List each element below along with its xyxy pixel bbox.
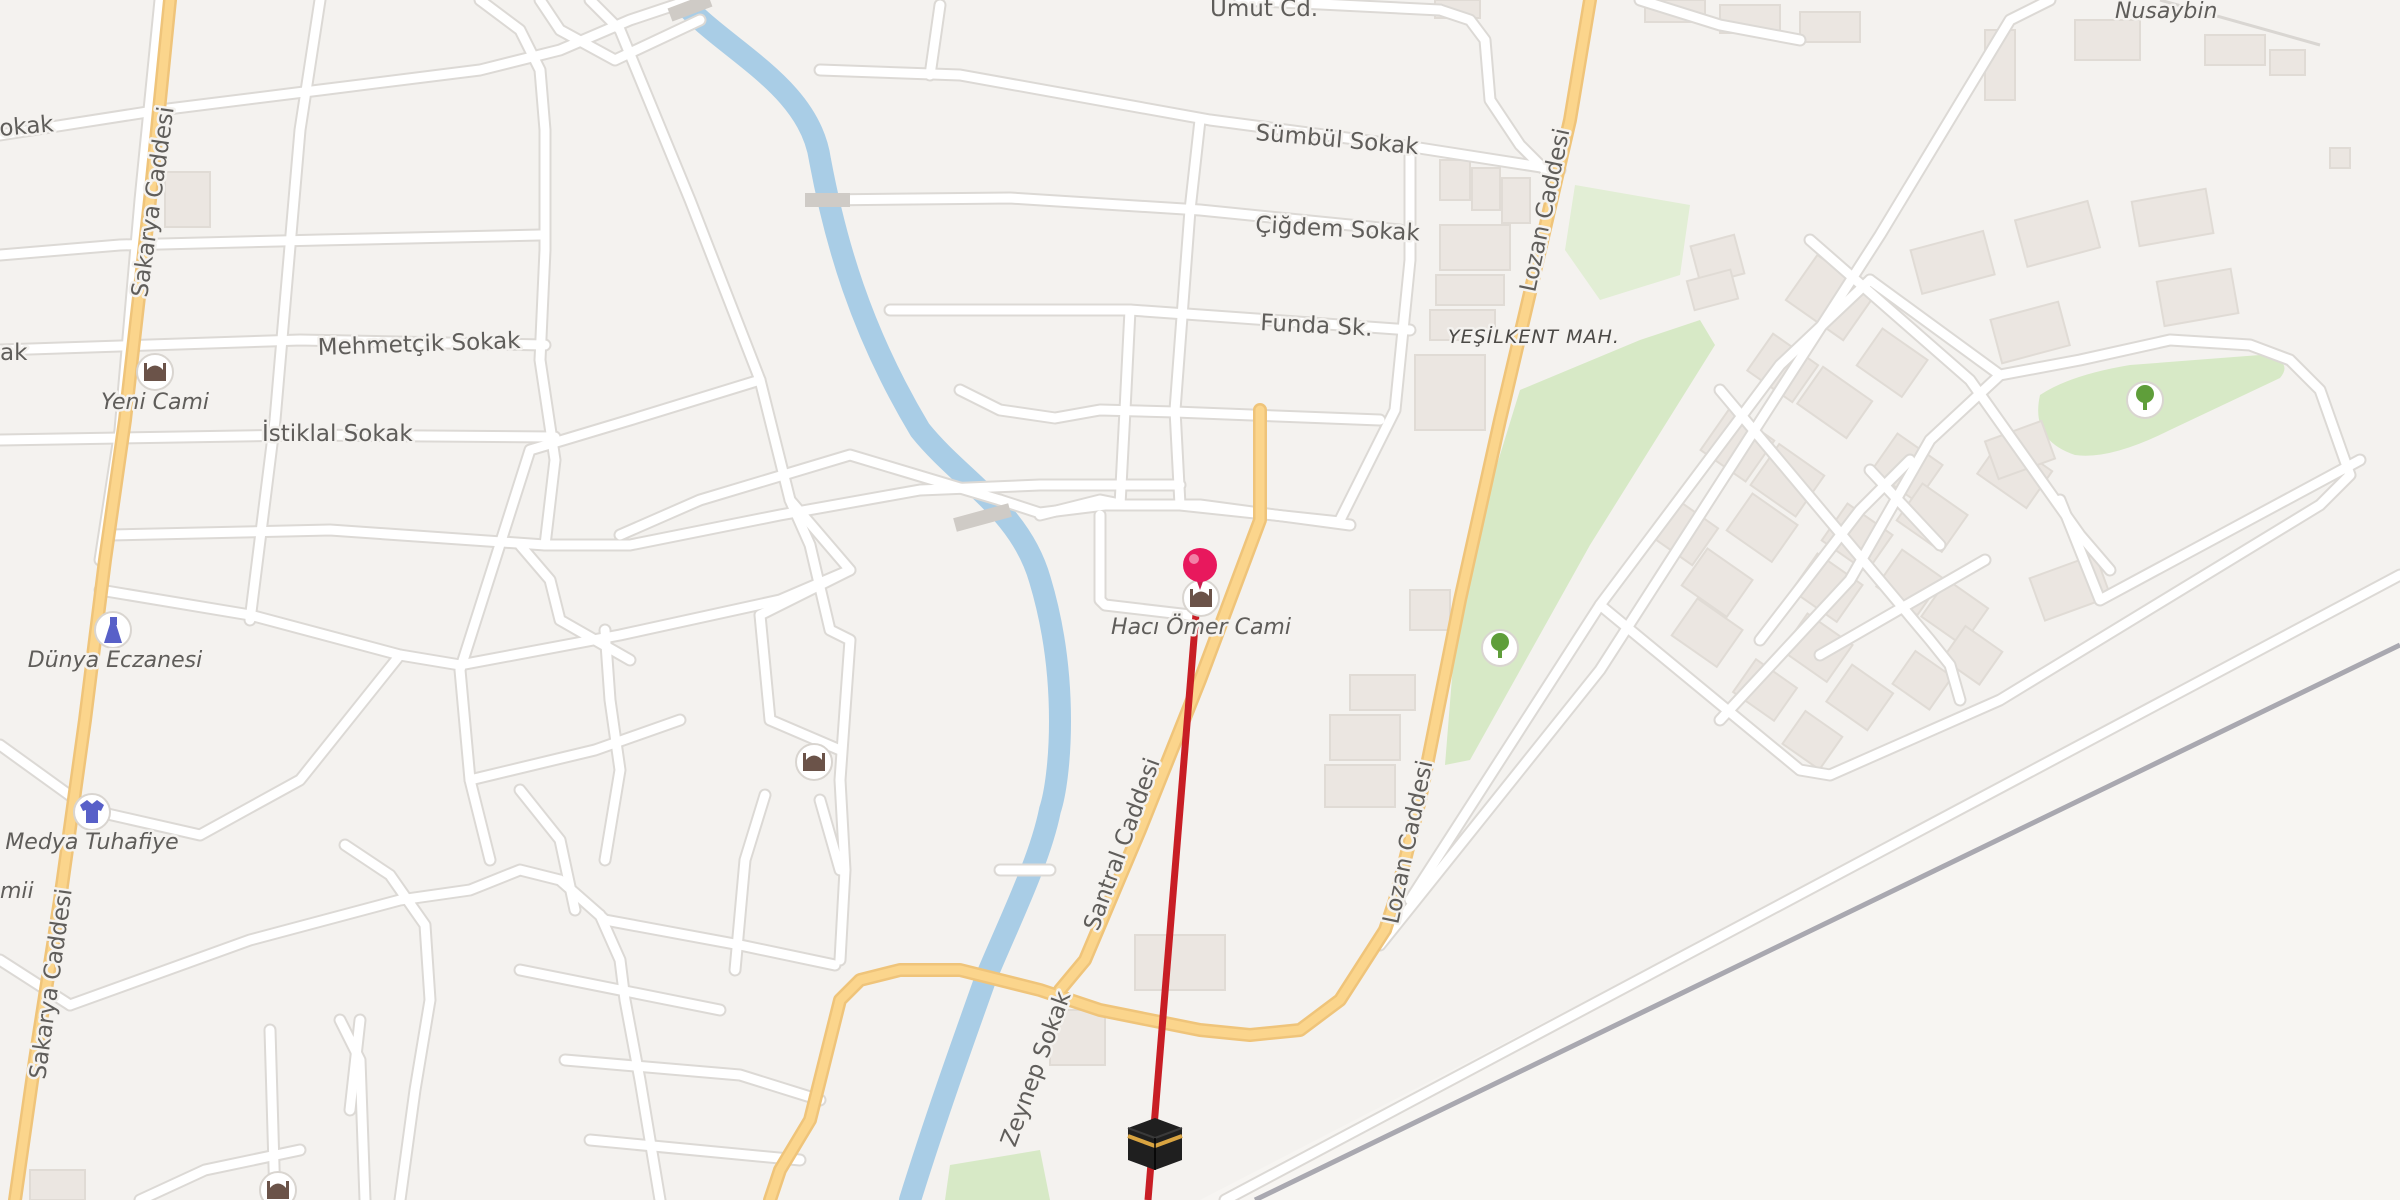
kaaba-marker[interactable] [1127,1118,1183,1170]
mosque-icon [259,1171,297,1200]
poi-mosque-center[interactable] [795,743,833,781]
tree-icon [1481,629,1519,667]
street-label-umut: Umut Cd. [1210,0,1318,22]
poi-park-center[interactable] [1481,629,1519,667]
poi-park-east[interactable] [2126,381,2164,419]
kaaba-icon [1127,1118,1183,1170]
clothing-icon [73,793,111,831]
map-svg[interactable]: Umut Cd. Nusaybin okak Sümbül Sokak Çiğd… [0,0,2400,1200]
area-label-yesilkent: YEŞİLKENT MAH. [1448,325,1620,348]
poi-mosque-bottom[interactable] [259,1171,297,1200]
pharmacy-icon [94,611,132,649]
tree-icon [2126,381,2164,419]
street-label-mii-left: mii [0,879,34,904]
map-canvas[interactable]: Umut Cd. Nusaybin okak Sümbül Sokak Çiğd… [0,0,2400,1200]
poi-label-medya-tuhafiye: Medya Tuhafiye [5,830,178,855]
street-label-istiklal: İstiklal Sokak [262,419,413,447]
poi-label-haci-omer-cami: Hacı Ömer Cami [1111,614,1291,640]
mosque-icon [795,743,833,781]
street-label-ak-left: ak [0,340,28,366]
mosque-icon [136,353,174,391]
poi-label-yeni-cami: Yeni Cami [101,390,209,415]
poi-label-dunya-eczanesi: Dünya Eczanesi [28,648,202,673]
street-label-nusaybin: Nusaybin [2115,0,2217,24]
street-label-sokak-left: okak [0,111,55,142]
